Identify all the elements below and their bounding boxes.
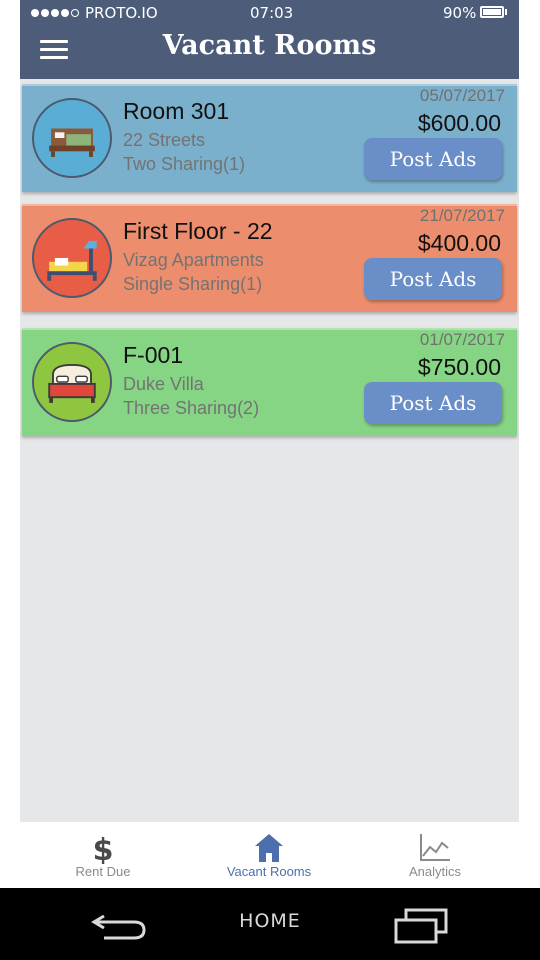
back-arrow-icon[interactable] (90, 908, 150, 944)
recent-apps-icon[interactable] (392, 906, 450, 946)
home-button[interactable]: HOME (220, 910, 320, 932)
room-name: F-001 (123, 342, 184, 368)
post-ads-button[interactable]: Post Ads (364, 138, 502, 180)
post-ads-button[interactable]: Post Ads (364, 382, 502, 424)
room-date: 01/07/2017 (419, 330, 505, 349)
room-sharing: Three Sharing(2) (123, 398, 260, 418)
bottom-tab-bar: $ Rent Due Vacant Rooms Analytics (20, 822, 519, 888)
bed-icon (32, 98, 112, 178)
page-title: Vacant Rooms (162, 30, 377, 61)
room-price: $400.00 (417, 230, 501, 256)
status-bar: PROTO.IO 07:03 90% (20, 0, 519, 26)
house-icon (252, 832, 286, 864)
room-card[interactable]: F-001 Duke Villa Three Sharing(2) 01/07/… (22, 328, 517, 436)
battery-icon (480, 6, 504, 18)
bed-lamp-icon (32, 218, 112, 298)
double-bed-icon (32, 342, 112, 422)
room-date: 21/07/2017 (419, 206, 505, 225)
battery-percentage: 90% (443, 4, 477, 22)
signal-strength-icon: PROTO.IO (31, 5, 158, 21)
tab-label: Rent Due (75, 864, 131, 879)
header-bar: PROTO.IO 07:03 90% Vacant Rooms (20, 0, 519, 79)
phone-screen: PROTO.IO 07:03 90% Vacant Rooms Room 301… (0, 0, 540, 960)
room-sharing: Two Sharing(1) (123, 154, 246, 174)
room-card[interactable]: First Floor - 22 Vizag Apartments Single… (22, 204, 517, 312)
app-container: PROTO.IO 07:03 90% Vacant Rooms Room 301… (20, 0, 519, 888)
tab-analytics[interactable]: Analytics (352, 822, 518, 888)
tab-vacant-rooms[interactable]: Vacant Rooms (186, 822, 352, 888)
room-name: First Floor - 22 (123, 218, 273, 244)
room-location: Vizag Apartments (123, 250, 264, 270)
room-date: 05/07/2017 (419, 86, 505, 105)
dollar-icon: $ (86, 832, 120, 868)
room-location: Duke Villa (123, 374, 204, 394)
battery-tip (505, 9, 507, 15)
status-time: 07:03 (250, 4, 294, 22)
room-sharing: Single Sharing(1) (123, 274, 263, 294)
room-card[interactable]: Room 301 22 Streets Two Sharing(1) 05/07… (22, 84, 517, 192)
room-name: Room 301 (123, 98, 230, 124)
tab-label: Vacant Rooms (226, 864, 312, 879)
tab-rent-due[interactable]: $ Rent Due (20, 822, 186, 888)
system-nav-bar: HOME (0, 888, 540, 960)
room-price: $750.00 (417, 354, 501, 380)
line-chart-icon (418, 832, 452, 864)
svg-text:$: $ (93, 833, 114, 864)
carrier-name: PROTO.IO (85, 4, 158, 22)
room-price: $600.00 (417, 110, 501, 136)
room-location: 22 Streets (123, 130, 206, 150)
tab-label: Analytics (408, 864, 462, 879)
post-ads-button[interactable]: Post Ads (364, 258, 502, 300)
